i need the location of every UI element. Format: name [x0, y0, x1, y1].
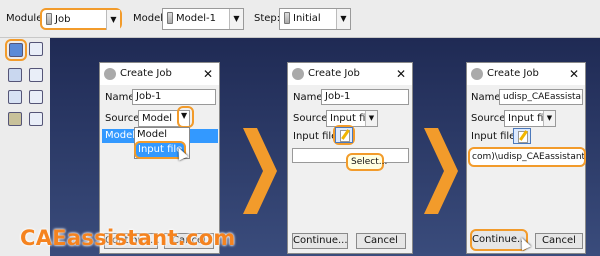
create-job-tool-highlight [5, 39, 27, 61]
abaqus-icon [104, 68, 116, 80]
dialog-title: Create Job [120, 68, 172, 79]
name-field[interactable]: Job-1 [321, 89, 409, 105]
source-select[interactable]: Input file ▼ [326, 110, 378, 127]
dialog-title: Create Job [487, 68, 539, 79]
select-file-icon[interactable] [513, 128, 531, 144]
spin-icon [46, 13, 52, 25]
arrow-right-icon [243, 128, 277, 214]
model-combo[interactable]: Model-1 ▼ [162, 8, 244, 30]
spin-icon [284, 12, 290, 24]
abaqus-icon [292, 68, 304, 80]
co-execution-manager-icon[interactable] [29, 90, 43, 104]
optimization-manager-icon[interactable] [29, 112, 43, 126]
select-tooltip: Select... [346, 153, 388, 171]
adaptivity-manager-icon[interactable] [29, 68, 43, 82]
arrow-right-icon [424, 128, 458, 214]
module-combo[interactable]: Job ▼ [40, 8, 122, 30]
source-dropdown-highlight: ▼ [177, 106, 194, 128]
select-file-highlight [333, 125, 355, 145]
brand-watermark: CAEassistant.com [20, 226, 236, 250]
input-file-path-field[interactable]: com)\udisp_CAEassistant.inp [468, 147, 586, 167]
source-value: Model [142, 113, 173, 124]
dialog-titlebar: Create Job ✕ [467, 63, 585, 85]
cancel-button[interactable]: Cancel [356, 233, 406, 249]
chevron-down-icon[interactable]: ▼ [543, 111, 555, 126]
abaqus-icon [471, 68, 483, 80]
step-combo[interactable]: Initial ▼ [279, 8, 351, 30]
name-field[interactable]: Job-1 [132, 89, 216, 105]
step-value: Initial [293, 13, 321, 24]
chevron-down-icon[interactable]: ▼ [229, 9, 243, 29]
option-model[interactable]: Model [137, 129, 167, 140]
step-label: Step: [254, 13, 281, 24]
close-icon[interactable]: ✕ [569, 63, 579, 85]
create-job-dialog-3: Create Job ✕ Name: udisp_CAEassistant So… [466, 62, 586, 254]
module-toolbox [0, 38, 50, 256]
chevron-down-icon[interactable]: ▼ [336, 9, 350, 29]
name-field[interactable]: udisp_CAEassistant [499, 89, 583, 105]
chevron-down-icon[interactable]: ▼ [181, 111, 187, 120]
co-execution-icon[interactable] [8, 90, 22, 104]
dialog-title: Create Job [308, 68, 360, 79]
job-manager-icon[interactable] [29, 42, 43, 56]
input-file-path-value: com)\udisp_CAEassistant.inp [472, 152, 586, 162]
create-job-icon[interactable] [9, 43, 23, 57]
module-value: Job [55, 14, 71, 25]
context-toolbar: Module: Job ▼ Model: Model-1 ▼ Step: Ini… [0, 0, 600, 38]
dialog-titlebar: Create Job ✕ [100, 63, 219, 85]
cancel-button[interactable]: Cancel [535, 233, 583, 249]
model-value: Model-1 [176, 13, 216, 24]
input-file-label: Input file: [471, 131, 519, 142]
continue-button[interactable]: Continue... [292, 233, 348, 249]
chevron-down-icon[interactable]: ▼ [365, 111, 377, 126]
adaptivity-process-icon[interactable] [8, 68, 22, 82]
select-file-icon[interactable] [335, 127, 353, 143]
close-icon[interactable]: ✕ [203, 63, 213, 85]
dialog-titlebar: Create Job ✕ [288, 63, 412, 85]
source-select[interactable]: Input file ▼ [504, 110, 556, 127]
create-job-dialog-2: Create Job ✕ Name: Job-1 Source: Input f… [287, 62, 413, 254]
optimization-process-icon[interactable] [8, 112, 22, 126]
chevron-down-icon[interactable]: ▼ [106, 10, 120, 30]
tooltip-text: Select... [351, 157, 388, 167]
close-icon[interactable]: ✕ [396, 63, 406, 85]
spin-icon [167, 12, 173, 24]
